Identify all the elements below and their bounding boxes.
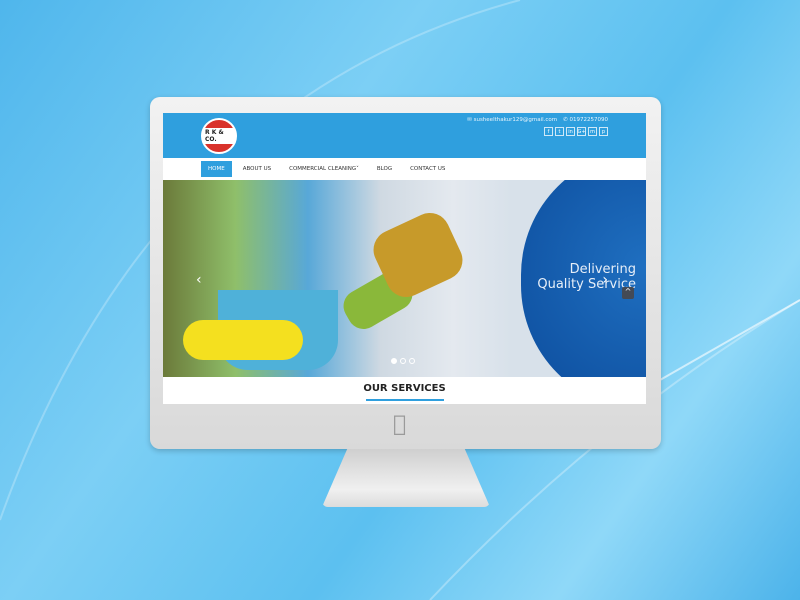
website-screen: R K & CO. ✉ susheelthakur129@gmail.com ✆… <box>163 113 646 404</box>
site-header: R K & CO. ✉ susheelthakur129@gmail.com ✆… <box>163 113 646 158</box>
slider-next-arrow-icon[interactable]: › <box>602 272 608 288</box>
slider-dot[interactable] <box>400 358 406 364</box>
nav-home[interactable]: HOME <box>201 161 232 177</box>
nav-commercial-cleaning[interactable]: COMMERCIAL CLEANING˅ <box>282 161 366 177</box>
phone-link[interactable]: ✆ 01972257090 <box>563 117 608 123</box>
instagram-icon[interactable]: m <box>588 127 597 136</box>
section-title-underline <box>366 399 444 401</box>
scroll-to-top-button[interactable]: ^ <box>622 287 634 299</box>
slider-dot[interactable] <box>409 358 415 364</box>
main-nav: HOME ABOUT US COMMERCIAL CLEANING˅ BLOG … <box>163 158 646 180</box>
linkedin-icon[interactable]: in <box>566 127 575 136</box>
site-logo[interactable]: R K & CO. <box>201 118 237 154</box>
nav-blog[interactable]: BLOG <box>370 161 399 177</box>
nav-contact-us[interactable]: CONTACT US <box>403 161 452 177</box>
email-link[interactable]: ✉ susheelthakur129@gmail.com <box>467 117 557 123</box>
hero-slider: Delivering Quality Service ‹ › ^ <box>163 180 646 377</box>
slider-dots <box>391 358 415 364</box>
social-links: f t in G+ m p <box>544 127 608 136</box>
apple-logo-icon:  <box>393 412 406 437</box>
section-title: OUR SERVICES <box>363 383 446 394</box>
twitter-icon[interactable]: t <box>555 127 564 136</box>
slider-dot[interactable] <box>391 358 397 364</box>
slider-prev-arrow-icon[interactable]: ‹ <box>196 272 202 288</box>
chevron-down-icon: ˅ <box>356 166 359 172</box>
pinterest-icon[interactable]: p <box>599 127 608 136</box>
contact-info: ✉ susheelthakur129@gmail.com ✆ 019722570… <box>467 117 608 123</box>
google-plus-icon[interactable]: G+ <box>577 127 586 136</box>
nav-about-us[interactable]: ABOUT US <box>236 161 278 177</box>
facebook-icon[interactable]: f <box>544 127 553 136</box>
yellow-glove-image <box>183 320 303 360</box>
background-curve <box>659 299 800 381</box>
monitor-stand <box>322 449 490 507</box>
